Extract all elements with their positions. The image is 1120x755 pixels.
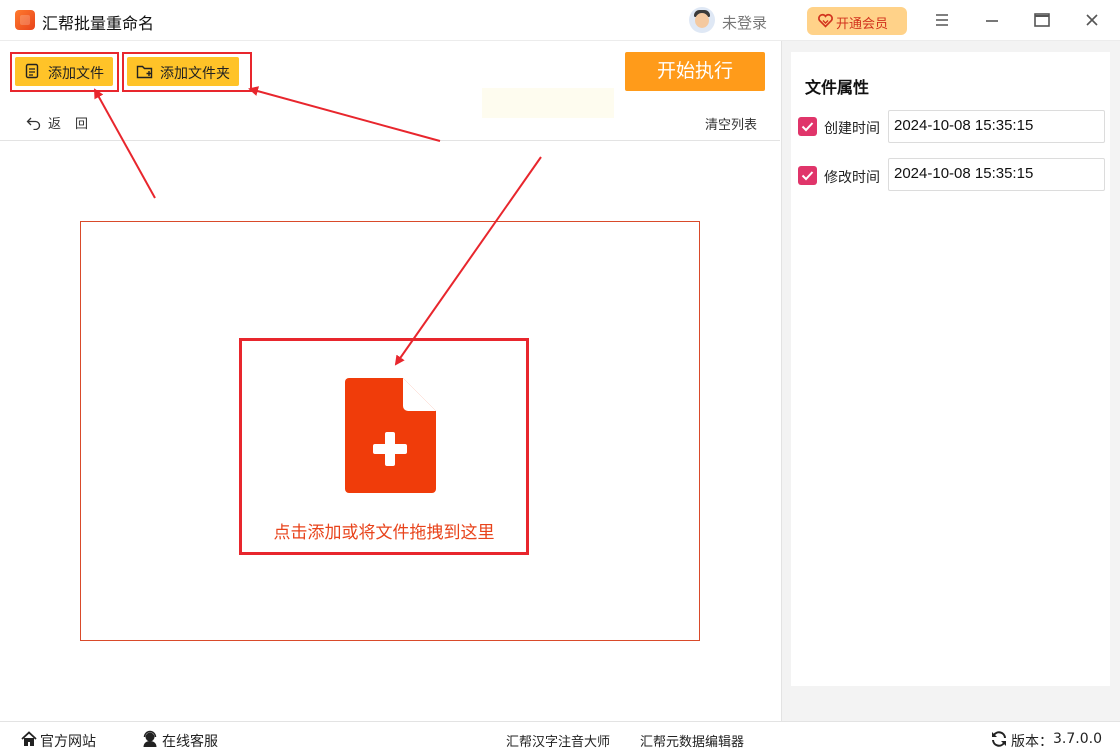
app-title: 汇帮批量重命名: [42, 14, 155, 33]
modified-time-checkbox[interactable]: [798, 166, 817, 185]
status-bar: 官方网站 在线客服 汇帮汉字注音大师 汇帮元数据编辑器 版本： 3.7.0.0: [0, 721, 1120, 755]
add-file-button[interactable]: 添加文件: [15, 57, 113, 86]
refresh-icon[interactable]: [990, 730, 1008, 748]
add-folder-button[interactable]: 添加文件夹: [127, 57, 239, 86]
vip-heart-icon: [818, 13, 833, 28]
app-logo-icon: [15, 10, 35, 30]
add-file-label: 添加文件: [48, 66, 104, 82]
created-time-field[interactable]: 2024-10-08 15:35:15: [888, 110, 1105, 143]
file-properties-panel: [791, 52, 1110, 686]
official-website-link[interactable]: 官方网站: [40, 731, 96, 751]
clear-list-button[interactable]: 清空列表: [705, 114, 757, 133]
drop-hint: 点击添加或将文件拖拽到这里: [273, 523, 495, 543]
vip-label: 开通会员: [836, 17, 889, 32]
home-icon: [21, 731, 37, 746]
promo-link-1[interactable]: 汇帮汉字注音大师: [506, 731, 610, 750]
created-time-checkbox[interactable]: [798, 117, 817, 136]
start-button[interactable]: 开始执行: [625, 52, 765, 91]
maximize-icon[interactable]: [1030, 8, 1054, 32]
add-folder-label: 添加文件夹: [160, 66, 230, 82]
title-bar: 汇帮批量重命名 未登录 开通会员: [0, 0, 1120, 41]
faded-overlay: [482, 88, 614, 118]
menu-icon[interactable]: [930, 8, 954, 32]
minimize-icon[interactable]: [980, 8, 1004, 32]
arrow-to-add-folder: [248, 86, 441, 142]
version-number: 3.7.0.0: [1053, 731, 1102, 747]
version-label: 版本：: [1011, 734, 1053, 750]
vip-button[interactable]: 开通会员: [807, 7, 907, 35]
back-arrow-icon: [26, 117, 41, 130]
file-plus-icon[interactable]: [345, 378, 436, 493]
modified-time-label: 修改时间: [824, 170, 880, 186]
add-file-icon: [25, 63, 39, 79]
panel-title: 文件属性: [805, 78, 870, 97]
arrow-to-add-file: [94, 88, 156, 199]
toolbar-divider: [0, 140, 780, 141]
promo-link-2[interactable]: 汇帮元数据编辑器: [640, 731, 744, 750]
add-folder-icon: [136, 65, 153, 79]
close-icon[interactable]: [1080, 8, 1104, 32]
back-label: 返回: [48, 117, 103, 132]
user-avatar-icon[interactable]: [689, 7, 715, 33]
created-time-label: 创建时间: [824, 121, 880, 137]
login-status[interactable]: 未登录: [722, 12, 767, 33]
online-support-link[interactable]: 在线客服: [162, 731, 218, 751]
modified-time-field[interactable]: 2024-10-08 15:35:15: [888, 158, 1105, 191]
support-icon: [143, 730, 157, 747]
